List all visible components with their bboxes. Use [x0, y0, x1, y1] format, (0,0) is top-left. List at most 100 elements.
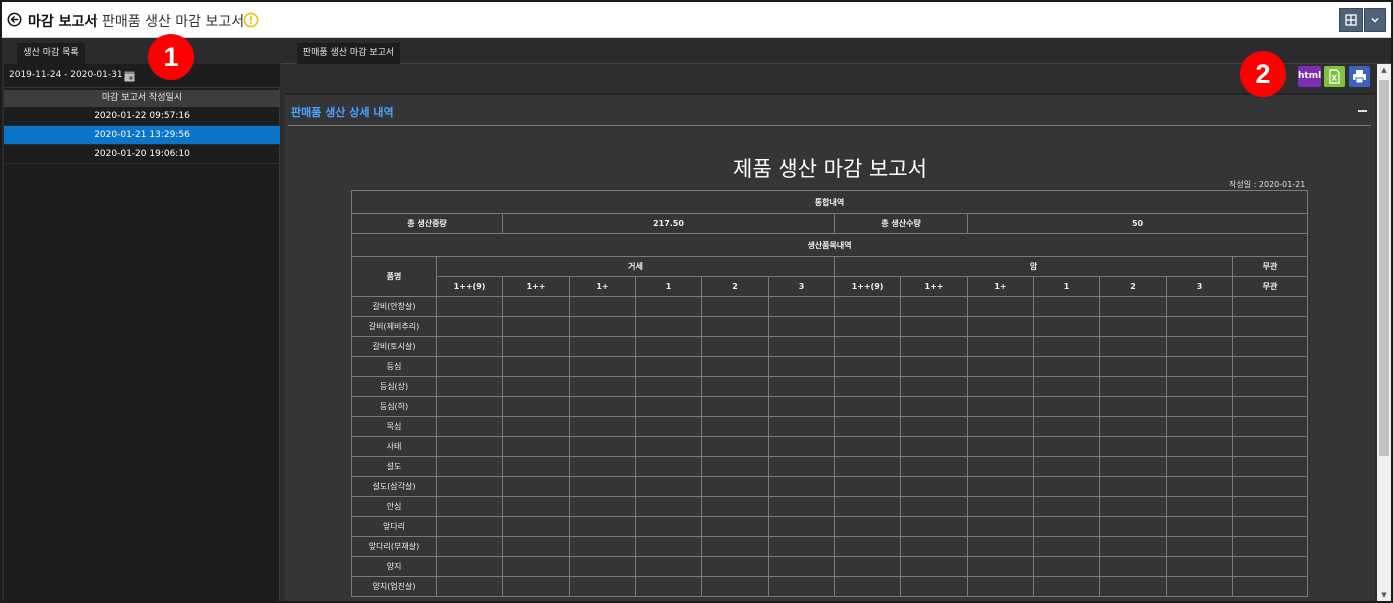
value-cell: [502, 356, 570, 377]
value-cell: [768, 496, 835, 517]
back-arrow-icon[interactable]: [7, 12, 22, 27]
value-cell: [1166, 476, 1233, 497]
value-cell: [436, 576, 503, 597]
value-cell: [569, 336, 636, 357]
value-cell: [900, 436, 968, 457]
vertical-scrollbar[interactable]: ▲ ▼: [1377, 64, 1391, 601]
title-separator: -: [93, 11, 99, 27]
value-cell: [967, 576, 1034, 597]
date-range-input[interactable]: 2019-11-24 - 2020-01-31: [9, 70, 123, 80]
table-row: 등심(하): [351, 396, 1309, 417]
scroll-thumb[interactable]: [1379, 80, 1389, 456]
date-range-row: 2019-11-24 - 2020-01-31: [4, 64, 280, 88]
value-cell: [834, 516, 901, 537]
value-cell: [900, 556, 968, 577]
section-header: 판매품 생산 상세 내역: [288, 97, 1371, 126]
layout-dropdown-button[interactable]: [1364, 8, 1386, 32]
grade-header: 1++(9): [436, 276, 503, 297]
grade-header: 2: [701, 276, 769, 297]
chevron-down-icon: [1371, 17, 1379, 23]
value-cell: [701, 456, 769, 477]
scroll-up-icon[interactable]: ▲: [1377, 64, 1391, 77]
value-cell: [635, 436, 702, 457]
value-cell: [1166, 496, 1233, 517]
print-button[interactable]: [1349, 66, 1370, 87]
value-cell: [436, 436, 503, 457]
tab-closing-list[interactable]: 생산 마감 목록: [17, 43, 85, 64]
value-cell: [1166, 456, 1233, 477]
value-cell: [1033, 416, 1100, 437]
group-female-header: 암: [834, 256, 1233, 277]
value-cell: [635, 356, 702, 377]
value-cell: [967, 376, 1034, 397]
value-cell: [502, 496, 570, 517]
table-row: 갈비(토시살): [351, 336, 1309, 357]
value-cell: [1231, 476, 1309, 497]
value-cell: [967, 556, 1034, 577]
table-row: 양지: [351, 556, 1309, 577]
value-cell: [1033, 456, 1100, 477]
grade-header: 1+: [967, 276, 1034, 297]
value-cell: [834, 376, 901, 397]
value-cell: [1231, 296, 1309, 317]
value-cell: [569, 556, 636, 577]
warning-icon[interactable]: [243, 12, 259, 28]
value-cell: [1231, 396, 1309, 417]
value-cell: [900, 476, 968, 497]
calendar-icon[interactable]: [124, 71, 135, 82]
value-cell: [1231, 456, 1309, 477]
value-cell: [967, 356, 1034, 377]
value-cell: [436, 456, 503, 477]
value-cell: [635, 316, 702, 337]
value-cell: [436, 396, 503, 417]
value-cell: [569, 516, 636, 537]
value-cell: [834, 316, 901, 337]
list-item[interactable]: 2020-01-20 19:06:10: [4, 145, 280, 164]
closing-list-panel: 생산 마감 목록 2019-11-24 - 2020-01-31 마감 보고서 …: [4, 40, 280, 601]
value-cell: [502, 456, 570, 477]
value-cell: [834, 396, 901, 417]
value-cell: [502, 516, 570, 537]
value-cell: [1166, 356, 1233, 377]
product-name-cell: 양지(업진살): [351, 576, 437, 597]
value-cell: [1099, 496, 1167, 517]
value-cell: [1033, 316, 1100, 337]
value-cell: [1033, 496, 1100, 517]
list-item[interactable]: 2020-01-22 09:57:16: [4, 107, 280, 126]
export-excel-button[interactable]: [1324, 66, 1345, 87]
layout-grid-button[interactable]: [1339, 8, 1363, 32]
value-cell: [436, 376, 503, 397]
export-html-button[interactable]: html: [1298, 66, 1321, 87]
table-row: 등심: [351, 356, 1309, 377]
value-cell: [436, 296, 503, 317]
product-name-cell: 등심(하): [351, 396, 437, 417]
value-cell: [768, 436, 835, 457]
value-cell: [967, 416, 1034, 437]
value-cell: [967, 496, 1034, 517]
list-item-selected[interactable]: 2020-01-21 13:29:56: [4, 126, 280, 145]
table-row: 설도: [351, 456, 1309, 477]
value-cell: [1099, 296, 1167, 317]
tab-sales-production-report[interactable]: 판매품 생산 마감 보고서: [297, 43, 400, 64]
value-cell: [967, 296, 1034, 317]
total-weight-label: 총 생산중량: [351, 213, 503, 234]
value-cell: [900, 316, 968, 337]
scroll-down-icon[interactable]: ▼: [1377, 589, 1391, 601]
value-cell: [502, 436, 570, 457]
value-cell: [768, 516, 835, 537]
value-cell: [1231, 516, 1309, 537]
value-cell: [502, 556, 570, 577]
value-cell: [967, 536, 1034, 557]
product-name-cell: 등심(상): [351, 376, 437, 397]
value-cell: [834, 436, 901, 457]
value-cell: [502, 396, 570, 417]
value-cell: [635, 336, 702, 357]
value-cell: [436, 316, 503, 337]
value-cell: [900, 376, 968, 397]
value-cell: [635, 456, 702, 477]
collapse-icon[interactable]: [1358, 110, 1367, 112]
table-row: 앞다리: [351, 516, 1309, 537]
value-cell: [967, 396, 1034, 417]
value-cell: [1033, 376, 1100, 397]
grade-header: 3: [768, 276, 835, 297]
